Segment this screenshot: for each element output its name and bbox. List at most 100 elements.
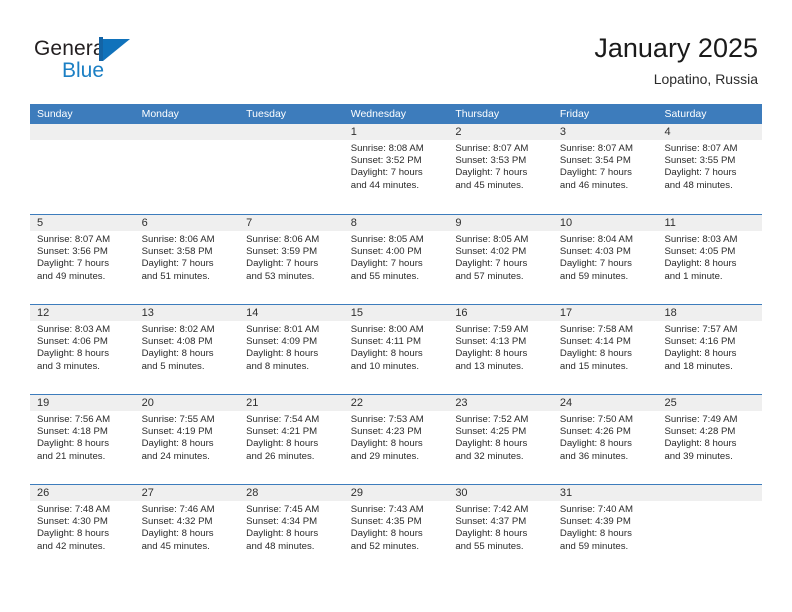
- day-sunset-text: Sunset: 4:30 PM: [37, 516, 108, 528]
- weekday-header-saturday: Saturday: [664, 108, 707, 120]
- day-daylight-text: Daylight: 8 hours: [559, 348, 632, 360]
- day-daylight-text: Daylight: 7 hours: [141, 258, 214, 270]
- logo-text-blue: Blue: [62, 59, 105, 82]
- calendar-day-cell[interactable]: 31 Sunrise: 7:40 AM Sunset: 4:39 PM Dayligh…: [553, 485, 658, 574]
- day-number: 14: [246, 307, 259, 319]
- day-sun-info: Sunrise: 8:08 AM Sunset: 3:52 PM Daylight:…: [351, 143, 443, 192]
- day-number: 1: [350, 126, 357, 138]
- day-sunrise-text: Sunrise: 8:07 AM: [664, 143, 738, 154]
- day-sun-info: Sunrise: 8:07 AM Sunset: 3:55 PM Daylight:…: [664, 143, 756, 192]
- day-number: 15: [350, 307, 363, 319]
- day-sun-info: Sunrise: 8:03 AM Sunset: 4:05 PM Daylight:…: [664, 234, 756, 283]
- calendar-day-cell[interactable]: 23 Sunrise: 7:52 AM Sunset: 4:25 PM Dayligh…: [448, 395, 553, 484]
- day-sun-info: Sunrise: 8:04 AM Sunset: 4:03 PM Daylight:…: [560, 234, 652, 283]
- calendar-day-cell[interactable]: 11 Sunrise: 8:03 AM Sunset: 4:05 PM Dayligh…: [657, 215, 762, 304]
- day-sunrise-text: Sunrise: 7:59 AM: [455, 324, 529, 335]
- day-number: 22: [350, 397, 363, 409]
- calendar-day-cell[interactable]: 14 Sunrise: 8:01 AM Sunset: 4:09 PM Dayligh…: [239, 305, 344, 394]
- day-number: 5: [37, 217, 44, 229]
- day-daylight-text: and 59 minutes.: [559, 270, 629, 282]
- day-number: 2: [455, 126, 462, 138]
- day-sunset-text: Sunset: 4:00 PM: [350, 246, 422, 258]
- calendar-day-cell[interactable]: 6 Sunrise: 8:06 AM Sunset: 3:58 PM Daylight…: [135, 215, 240, 304]
- weekday-header-wednesday: Wednesday: [350, 108, 406, 120]
- day-sun-info: Sunrise: 7:56 AM Sunset: 4:18 PM Daylight:…: [37, 414, 129, 463]
- day-sunrise-text: Sunrise: 7:52 AM: [455, 414, 529, 425]
- day-number: 18: [664, 307, 677, 319]
- day-daylight-text: Daylight: 7 hours: [246, 258, 319, 270]
- calendar-day-cell[interactable]: 3 Sunrise: 8:07 AM Sunset: 3:54 PM Daylight…: [553, 124, 658, 214]
- calendar-day-cell[interactable]: 19 Sunrise: 7:56 AM Sunset: 4:18 PM Dayligh…: [30, 395, 135, 484]
- day-sunrise-text: Sunrise: 8:06 AM: [246, 234, 320, 245]
- calendar-day-cell[interactable]: 8 Sunrise: 8:05 AM Sunset: 4:00 PM Daylight…: [344, 215, 449, 304]
- day-daylight-text: Daylight: 8 hours: [455, 348, 528, 360]
- calendar-day-cell[interactable]: 10 Sunrise: 8:04 AM Sunset: 4:03 PM Dayligh…: [553, 215, 658, 304]
- calendar-day-cell[interactable]: 25 Sunrise: 7:49 AM Sunset: 4:28 PM Dayligh…: [657, 395, 762, 484]
- calendar-day-cell[interactable]: 2 Sunrise: 8:07 AM Sunset: 3:53 PM Daylight…: [448, 124, 553, 214]
- calendar-day-cell[interactable]: 1 Sunrise: 8:08 AM Sunset: 3:52 PM Daylight…: [344, 124, 449, 214]
- calendar-day-cell[interactable]: 12 Sunrise: 8:03 AM Sunset: 4:06 PM Dayligh…: [30, 305, 135, 394]
- day-sunset-text: Sunset: 4:39 PM: [559, 516, 631, 528]
- day-sunrise-text: Sunrise: 7:40 AM: [559, 504, 633, 515]
- day-daylight-text: and 53 minutes.: [246, 270, 315, 282]
- day-sunset-text: Sunset: 4:26 PM: [559, 426, 631, 438]
- calendar-day-cell[interactable]: 5 Sunrise: 8:07 AM Sunset: 3:56 PM Daylight…: [30, 215, 135, 304]
- calendar-day-cell[interactable]: 15 Sunrise: 8:00 AM Sunset: 4:11 PM Dayligh…: [344, 305, 449, 394]
- calendar-day-cell[interactable]: 24 Sunrise: 7:50 AM Sunset: 4:26 PM Dayligh…: [553, 395, 658, 484]
- day-sunset-text: Sunset: 4:13 PM: [455, 336, 527, 348]
- calendar-day-cell-empty: [239, 124, 344, 214]
- day-sunrise-text: Sunrise: 7:43 AM: [350, 504, 424, 515]
- day-daylight-text: and 10 minutes.: [350, 360, 420, 372]
- calendar-day-cell[interactable]: 17 Sunrise: 7:58 AM Sunset: 4:14 PM Dayligh…: [553, 305, 658, 394]
- day-sunrise-text: Sunrise: 8:07 AM: [37, 234, 111, 245]
- day-daylight-text: Daylight: 8 hours: [664, 438, 737, 450]
- calendar-day-cell[interactable]: 26 Sunrise: 7:48 AM Sunset: 4:30 PM Dayligh…: [30, 485, 135, 574]
- calendar-week-row: 26 Sunrise: 7:48 AM Sunset: 4:30 PM Dayligh…: [30, 484, 762, 574]
- day-number: 27: [141, 487, 154, 499]
- day-daylight-text: Daylight: 7 hours: [455, 258, 528, 270]
- calendar-day-cell-empty: [135, 124, 240, 214]
- calendar-week-row: 1 Sunrise: 8:08 AM Sunset: 3:52 PM Daylight…: [30, 124, 762, 214]
- day-sun-info: Sunrise: 8:01 AM Sunset: 4:09 PM Daylight:…: [246, 324, 338, 373]
- calendar-day-cell[interactable]: 13 Sunrise: 8:02 AM Sunset: 4:08 PM Dayligh…: [135, 305, 240, 394]
- day-sunrise-text: Sunrise: 8:08 AM: [350, 143, 424, 154]
- calendar-day-cell[interactable]: 29 Sunrise: 7:43 AM Sunset: 4:35 PM Dayligh…: [344, 485, 449, 574]
- calendar-day-cell[interactable]: 4 Sunrise: 8:07 AM Sunset: 3:55 PM Daylight…: [657, 124, 762, 214]
- calendar-day-cell[interactable]: 30 Sunrise: 7:42 AM Sunset: 4:37 PM Dayligh…: [448, 485, 553, 574]
- day-daylight-text: Daylight: 8 hours: [664, 348, 737, 360]
- day-daylight-text: and 32 minutes.: [455, 450, 524, 462]
- calendar-day-cell[interactable]: 16 Sunrise: 7:59 AM Sunset: 4:13 PM Dayligh…: [448, 305, 553, 394]
- day-daylight-text: Daylight: 7 hours: [559, 167, 632, 179]
- day-sun-info: Sunrise: 8:05 AM Sunset: 4:00 PM Daylight:…: [351, 234, 443, 283]
- day-sunset-text: Sunset: 4:32 PM: [141, 516, 213, 528]
- day-sunset-text: Sunset: 4:18 PM: [37, 426, 108, 438]
- day-daylight-text: and 13 minutes.: [455, 360, 524, 372]
- calendar-day-cell[interactable]: 7 Sunrise: 8:06 AM Sunset: 3:59 PM Daylight…: [239, 215, 344, 304]
- general-blue-logo[interactable]: General Blue: [34, 36, 234, 88]
- day-sunset-text: Sunset: 4:08 PM: [141, 336, 213, 348]
- day-sunrise-text: Sunrise: 7:45 AM: [246, 504, 320, 515]
- calendar-day-cell[interactable]: 20 Sunrise: 7:55 AM Sunset: 4:19 PM Dayligh…: [135, 395, 240, 484]
- day-daylight-text: Daylight: 8 hours: [141, 438, 214, 450]
- day-sunrise-text: Sunrise: 7:55 AM: [141, 414, 215, 425]
- day-daylight-text: and 45 minutes.: [455, 179, 524, 191]
- calendar-day-cell[interactable]: 27 Sunrise: 7:46 AM Sunset: 4:32 PM Dayligh…: [135, 485, 240, 574]
- calendar-day-cell[interactable]: 28 Sunrise: 7:45 AM Sunset: 4:34 PM Dayligh…: [239, 485, 344, 574]
- calendar-day-cell[interactable]: 18 Sunrise: 7:57 AM Sunset: 4:16 PM Dayligh…: [657, 305, 762, 394]
- day-sun-info: Sunrise: 8:02 AM Sunset: 4:08 PM Daylight:…: [142, 324, 234, 373]
- day-sun-info: Sunrise: 7:42 AM Sunset: 4:37 PM Daylight:…: [455, 504, 547, 553]
- day-number: 7: [246, 217, 253, 229]
- calendar-day-cell[interactable]: 21 Sunrise: 7:54 AM Sunset: 4:21 PM Dayligh…: [239, 395, 344, 484]
- day-number: 31: [559, 487, 573, 499]
- calendar-day-cell[interactable]: 22 Sunrise: 7:53 AM Sunset: 4:23 PM Dayligh…: [344, 395, 449, 484]
- day-daylight-text: Daylight: 8 hours: [559, 528, 632, 540]
- day-sunset-text: Sunset: 4:28 PM: [664, 426, 736, 438]
- day-sunrise-text: Sunrise: 7:46 AM: [141, 504, 215, 515]
- day-daylight-text: and 49 minutes.: [37, 270, 106, 282]
- day-sunset-text: Sunset: 4:11 PM: [350, 336, 421, 348]
- day-daylight-text: and 45 minutes.: [141, 540, 210, 552]
- day-sun-info: Sunrise: 7:46 AM Sunset: 4:32 PM Daylight:…: [142, 504, 234, 553]
- calendar-day-cell[interactable]: 9 Sunrise: 8:05 AM Sunset: 4:02 PM Daylight…: [448, 215, 553, 304]
- day-daylight-text: and 57 minutes.: [455, 270, 524, 282]
- day-daylight-text: Daylight: 7 hours: [350, 258, 423, 270]
